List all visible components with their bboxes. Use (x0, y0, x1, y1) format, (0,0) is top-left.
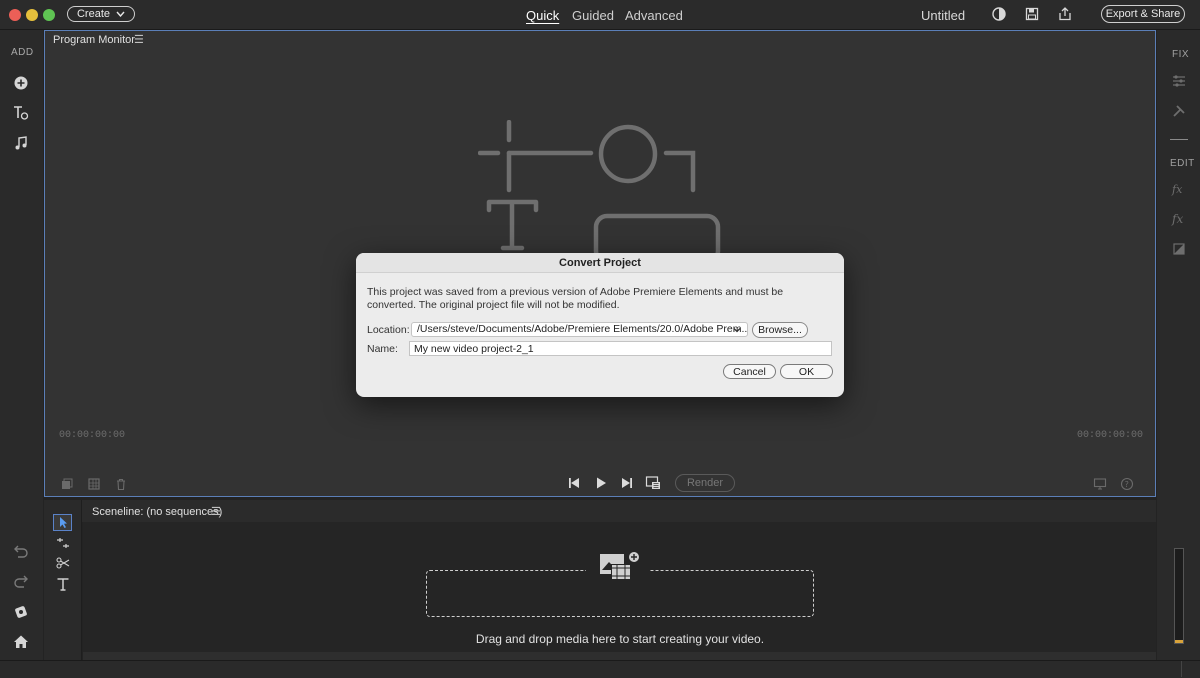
minimize-window-button[interactable] (26, 9, 38, 21)
text-tool-icon[interactable] (55, 576, 71, 592)
chevron-down-icon (116, 11, 125, 17)
add-media-to-sceneline-icon (600, 552, 639, 580)
sceneline-scrollbar[interactable] (83, 652, 1156, 660)
close-window-button[interactable] (9, 9, 21, 21)
create-label: Create (76, 8, 111, 20)
empty-monitor-placeholder-icon (478, 120, 721, 260)
full-screen-preview-icon[interactable] (645, 475, 661, 491)
add-panel-label: ADD (11, 47, 34, 58)
trash-icon[interactable] (114, 477, 128, 491)
organizer-icon[interactable] (12, 603, 30, 621)
project-title: Untitled (921, 8, 966, 23)
chevron-down-icon[interactable] (731, 324, 743, 336)
hamburger-menu-icon[interactable]: ☰ (134, 33, 144, 46)
next-frame-icon[interactable] (619, 475, 635, 491)
help-icon[interactable]: ? (1120, 477, 1134, 491)
sceneline-menu-icon[interactable]: ☰ (211, 505, 221, 518)
add-media-icon[interactable] (12, 74, 30, 92)
redo-icon[interactable] (12, 573, 30, 591)
status-divider (1181, 661, 1182, 677)
freeze-frame-icon[interactable] (87, 477, 101, 491)
timecode-current: 00:00:00:00 (59, 430, 126, 441)
audio-meter (1174, 548, 1184, 644)
browse-button[interactable]: Browse... (752, 322, 808, 338)
play-icon[interactable] (593, 475, 609, 491)
fix-panel-label: FIX (1172, 49, 1190, 60)
adjust-sliders-icon[interactable] (1171, 73, 1187, 89)
monitor-settings-icon[interactable] (1093, 477, 1107, 491)
location-label: Location: (367, 324, 410, 336)
home-icon[interactable] (12, 633, 30, 651)
undo-icon[interactable] (12, 543, 30, 561)
share-icon[interactable] (1057, 6, 1073, 22)
save-icon[interactable] (1024, 6, 1040, 22)
project-name-field[interactable] (409, 341, 832, 356)
create-button[interactable]: Create (67, 6, 135, 22)
mode-tab-quick[interactable]: Quick (526, 8, 559, 23)
location-dropdown[interactable]: /Users/steve/Documents/Adobe/Premiere El… (411, 322, 748, 337)
transitions-icon[interactable] (1171, 241, 1187, 257)
add-title-icon[interactable] (12, 104, 30, 122)
render-button[interactable]: Render (675, 474, 735, 492)
mode-tab-advanced[interactable]: Advanced (625, 8, 683, 23)
left-toolbar (0, 30, 43, 660)
cancel-button[interactable]: Cancel (723, 364, 776, 379)
applied-effects-icon[interactable]: fx (1171, 181, 1187, 197)
program-monitor-title: Program Monitor (53, 34, 135, 46)
scissors-icon[interactable] (55, 556, 71, 570)
timecode-duration: 00:00:00:00 (1077, 430, 1144, 441)
location-value: /Users/steve/Documents/Adobe/Premiere El… (417, 323, 748, 335)
maximize-window-button[interactable] (43, 9, 55, 21)
svg-text:?: ? (1125, 480, 1129, 489)
previous-frame-icon[interactable] (566, 475, 582, 491)
panel-divider (1170, 139, 1188, 140)
dialog-title: Convert Project (559, 257, 641, 269)
copy-frame-icon[interactable] (60, 477, 74, 491)
svg-text:fx: fx (1171, 212, 1183, 226)
contrast-icon[interactable] (991, 6, 1007, 22)
name-label: Name: (367, 343, 398, 355)
status-bar (0, 660, 1200, 678)
export-share-button[interactable]: Export & Share (1101, 5, 1185, 23)
svg-text:fx: fx (1171, 183, 1183, 196)
ok-button[interactable]: OK (780, 364, 833, 379)
dialog-message: This project was saved from a previous v… (367, 286, 784, 311)
tools-icon[interactable] (1171, 103, 1187, 119)
mode-tab-guided[interactable]: Guided (572, 8, 614, 23)
selection-arrow-icon (60, 517, 67, 528)
slip-tool-icon[interactable] (55, 536, 71, 550)
edit-panel-label: EDIT (1170, 158, 1195, 169)
drop-instruction-text: Drag and drop media here to start creati… (475, 632, 765, 646)
effects-icon[interactable]: fx (1171, 211, 1187, 227)
selection-tool-button[interactable] (53, 514, 72, 531)
audio-meter-level (1175, 640, 1183, 643)
sceneline-title: Sceneline: (no sequences) (92, 506, 223, 518)
music-note-icon[interactable] (12, 134, 30, 152)
